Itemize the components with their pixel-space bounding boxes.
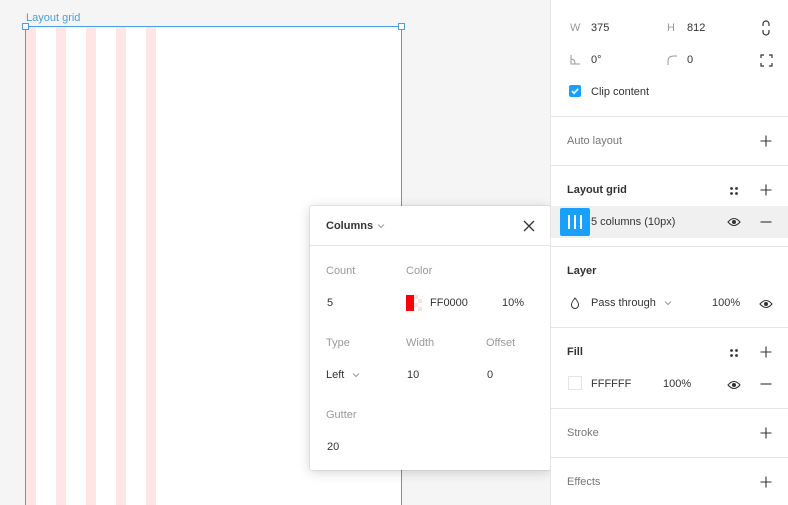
rotation-input[interactable]: 0° (591, 54, 602, 66)
color-hex-input[interactable]: FF0000 (430, 297, 468, 309)
clip-content-label[interactable]: Clip content (591, 86, 649, 98)
layer-section: Layer Pass through 100% (551, 246, 788, 328)
layer-label: Layer (567, 265, 597, 277)
offset-label: Offset (486, 337, 516, 349)
grid-column (26, 27, 36, 505)
stroke-section: Stroke (551, 408, 788, 458)
popup-header: Columns (310, 206, 550, 246)
eye-icon[interactable] (759, 298, 773, 310)
width-label: Width (406, 337, 435, 349)
clip-content-checkbox[interactable] (569, 85, 581, 97)
width-label: W (570, 22, 581, 34)
fill-styles-icon[interactable] (728, 347, 740, 359)
gutter-label: Gutter (326, 409, 357, 421)
color-label: Color (406, 265, 433, 277)
resize-handle-top-right[interactable] (398, 23, 405, 30)
count-input[interactable]: 5 (327, 297, 333, 309)
color-opacity-input[interactable]: 10% (502, 297, 524, 309)
auto-layout-label: Auto layout (567, 135, 623, 147)
eye-icon[interactable] (727, 379, 741, 391)
auto-layout-section: Auto layout (551, 116, 788, 166)
checkmark-icon (571, 88, 579, 95)
grid-column (116, 27, 126, 505)
effects-label: Effects (567, 476, 601, 488)
rotation-icon (570, 55, 580, 65)
chevron-down-icon[interactable] (377, 221, 385, 231)
add-effect-icon[interactable] (760, 476, 772, 488)
eye-icon[interactable] (727, 216, 741, 228)
color-swatch[interactable] (406, 295, 422, 311)
grid-column (86, 27, 96, 505)
fill-hex-input[interactable]: FFFFFF (591, 378, 631, 390)
layer-opacity-input[interactable]: 100% (712, 297, 740, 309)
width-input[interactable]: 375 (591, 22, 609, 34)
close-icon[interactable] (522, 219, 536, 233)
grid-column (146, 27, 156, 505)
grid-item-label[interactable]: 5 columns (10px) (591, 216, 675, 228)
column-grid-icon[interactable] (560, 208, 590, 236)
count-label: Count (326, 265, 356, 277)
height-label: H (667, 22, 675, 34)
grid-type-dropdown[interactable]: Columns (326, 220, 373, 232)
remove-fill-icon[interactable] (760, 378, 772, 390)
effects-section: Effects (551, 457, 788, 505)
constrain-proportions-icon[interactable] (760, 20, 772, 36)
corner-radius-input[interactable]: 0 (687, 54, 693, 66)
height-input[interactable]: 812 (687, 22, 705, 34)
chevron-down-icon[interactable] (664, 297, 672, 309)
grid-styles-icon[interactable] (728, 185, 740, 197)
blend-mode-icon (570, 297, 580, 309)
frame-label[interactable]: Layout grid (26, 12, 80, 24)
fill-label: Fill (567, 346, 583, 358)
width-input[interactable]: 10 (407, 369, 419, 381)
add-auto-layout-icon[interactable] (760, 135, 772, 147)
stroke-label: Stroke (567, 427, 599, 439)
add-grid-icon[interactable] (760, 184, 772, 196)
properties-panel: W 375 H 812 0° 0 Clip content Auto layou… (550, 0, 788, 505)
offset-input[interactable]: 0 (487, 369, 493, 381)
layout-grid-label: Layout grid (567, 184, 627, 196)
add-stroke-icon[interactable] (760, 427, 772, 439)
grid-settings-popup: Columns Count Color 5 FF0000 10% Type Wi… (310, 206, 550, 470)
remove-grid-icon[interactable] (760, 216, 772, 228)
layout-grid-item[interactable]: 5 columns (10px) (551, 206, 788, 238)
fill-section: Fill FFFFFF 100% (551, 327, 788, 409)
corner-radius-icon (667, 55, 677, 65)
chevron-down-icon[interactable] (352, 369, 360, 381)
resize-handle-top-left[interactable] (22, 23, 29, 30)
type-dropdown[interactable]: Left (326, 369, 344, 381)
gutter-input[interactable]: 20 (327, 441, 339, 453)
grid-column (56, 27, 66, 505)
fill-opacity-input[interactable]: 100% (663, 378, 691, 390)
add-fill-icon[interactable] (760, 346, 772, 358)
blend-mode-dropdown[interactable]: Pass through (591, 297, 656, 309)
type-label: Type (326, 337, 350, 349)
fill-color-swatch[interactable] (568, 376, 582, 390)
independent-corners-icon[interactable] (760, 54, 773, 67)
